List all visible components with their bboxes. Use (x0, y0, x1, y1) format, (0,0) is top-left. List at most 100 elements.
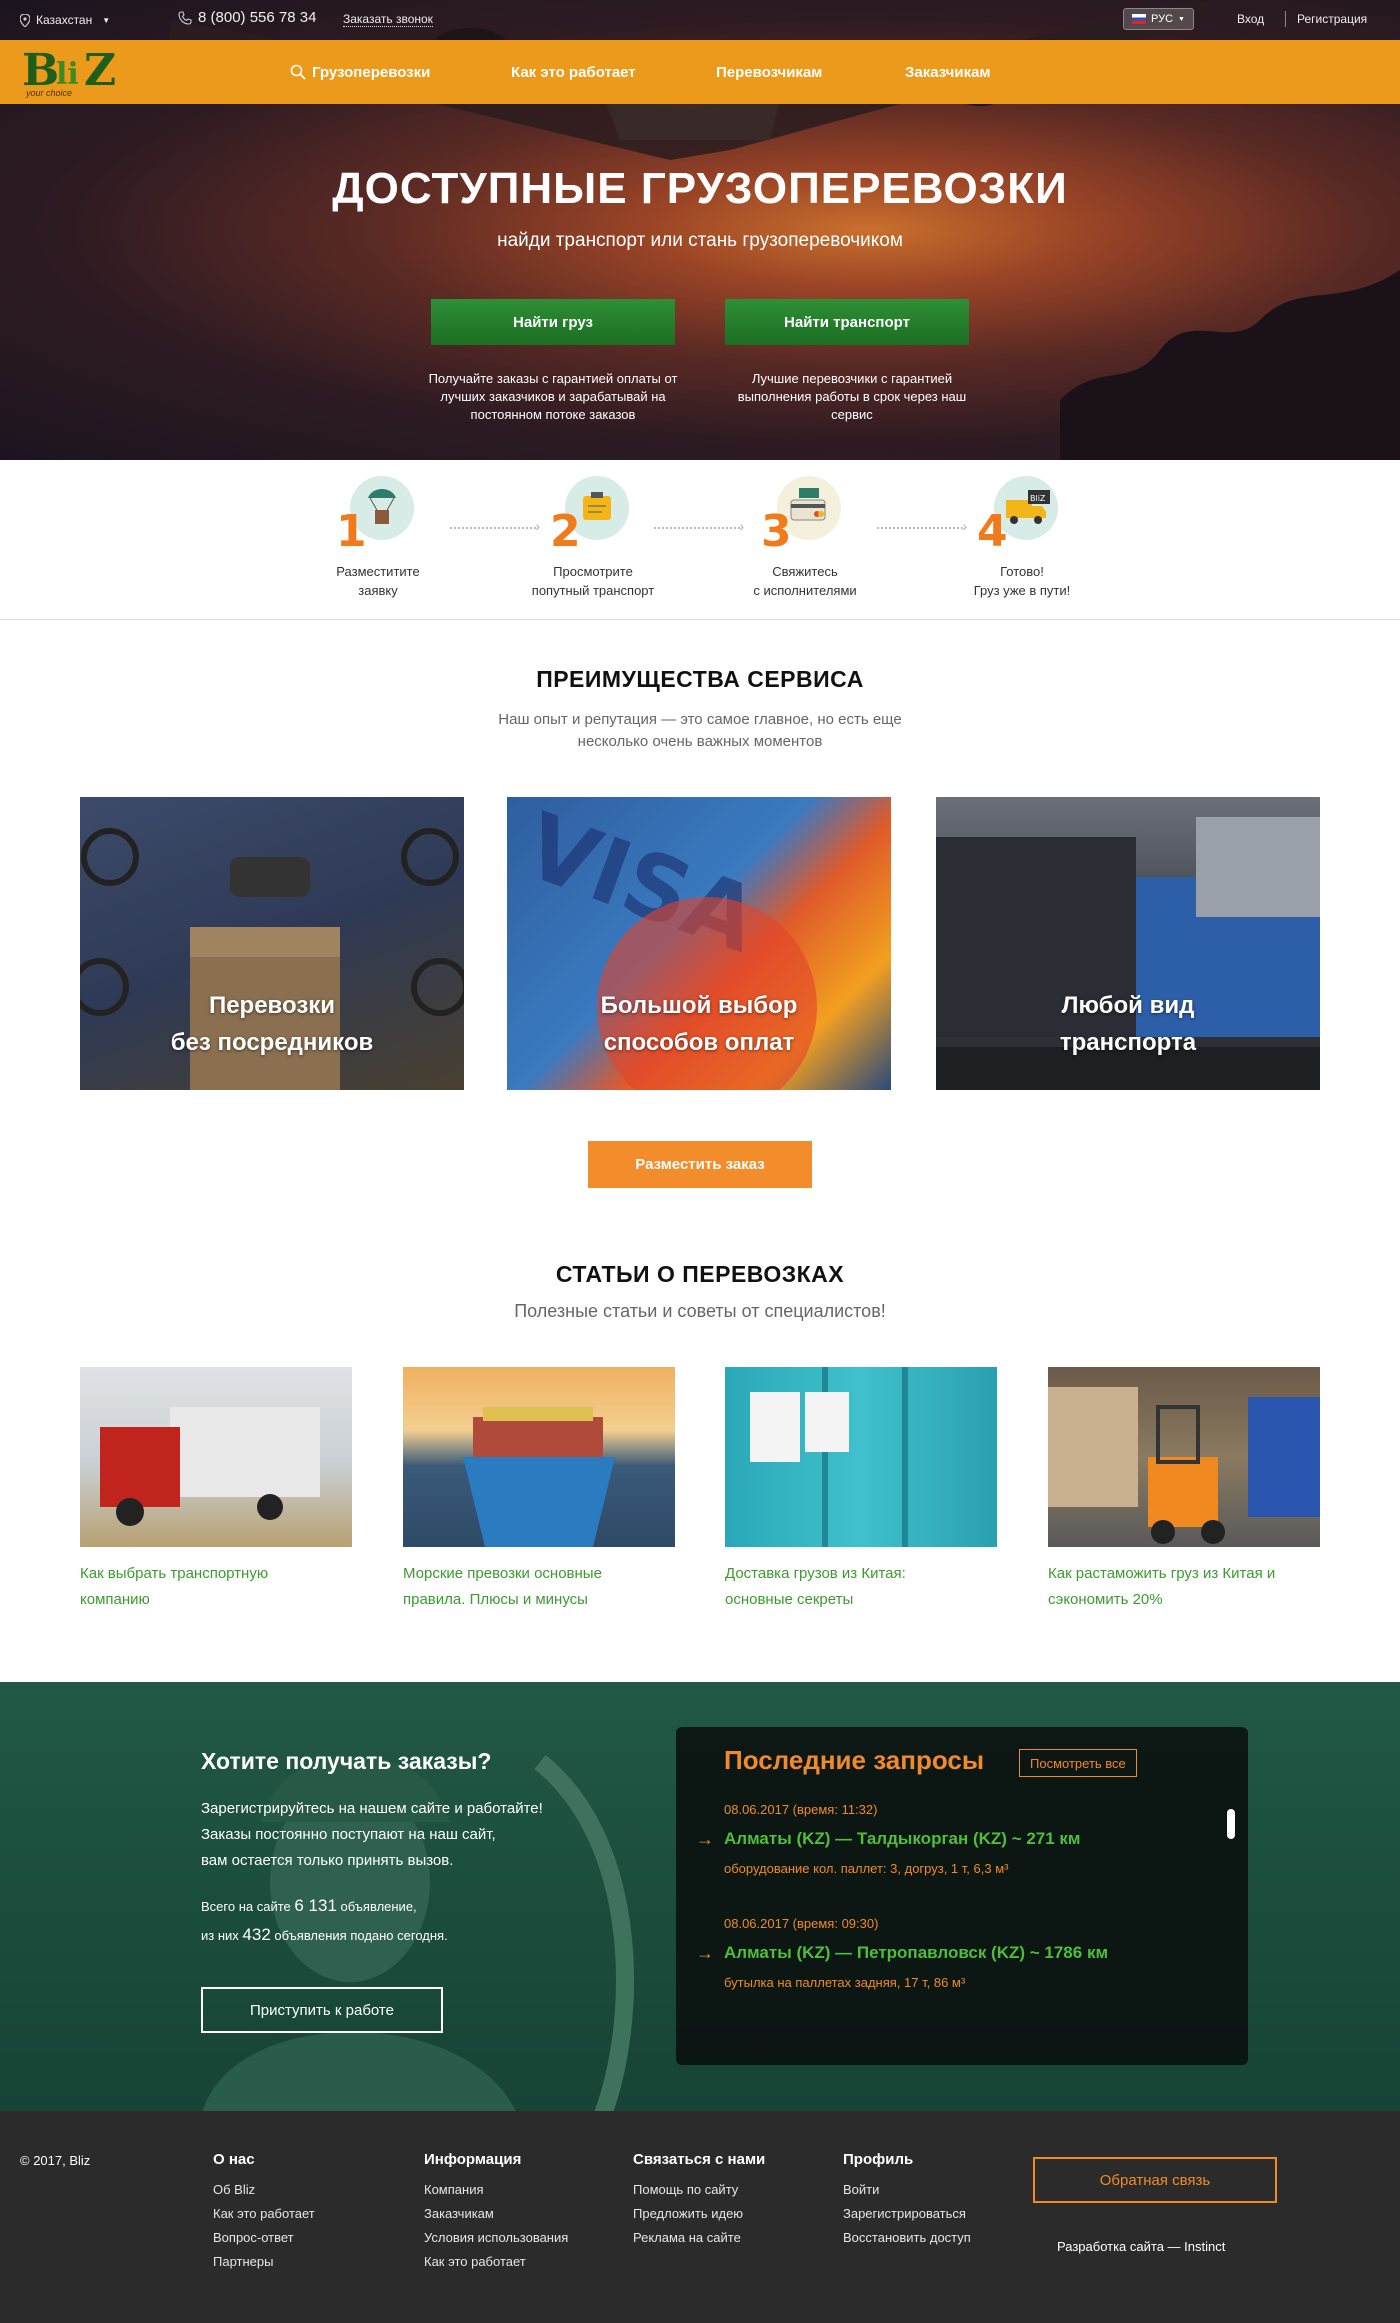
article-title[interactable]: Как выбрать транспортную компанию (80, 1561, 352, 1613)
nav-label: Как это работает (511, 63, 636, 81)
nav-item-carriers[interactable]: Перевозчикам (716, 40, 822, 104)
footer-link[interactable]: Вопрос-ответ (213, 2230, 315, 2245)
nav-item-cargo[interactable]: Грузоперевозки (290, 40, 430, 104)
caption-line2: транспорта (1059, 1029, 1197, 1056)
article-title[interactable]: Морские превозки основные правила. Плюсы … (403, 1561, 675, 1613)
forklift-image (1048, 1367, 1320, 1547)
location-label: Казахстан (36, 13, 93, 27)
footer-link[interactable]: Как это работает (424, 2254, 568, 2269)
footer-col-profile: Профиль Войти Зарегистрироваться Восстан… (843, 2151, 971, 2254)
stat-text: Всего на сайте (201, 1899, 291, 1914)
step-label-line2: заявку (358, 583, 398, 598)
scrollbar-thumb[interactable] (1227, 1809, 1235, 1839)
step-label: Свяжитесь с исполнителями (720, 562, 890, 600)
find-cargo-button[interactable]: Найти груз (431, 299, 675, 345)
find-cargo-description: Получайте заказы с гарантией оплаты от л… (428, 371, 678, 422)
hero-subtitle: найди транспорт или стань грузоперевочик… (497, 230, 903, 251)
advantage-card-payments[interactable]: VISA Большой выбор способов оплат (507, 797, 891, 1090)
container-image (725, 1367, 997, 1547)
article-card[interactable]: Морские превозки основные правила. Плюсы … (403, 1367, 675, 1613)
article-card[interactable]: Как выбрать транспортную компанию (80, 1367, 352, 1613)
footer-col-info: Информация Компания Заказчикам Условия и… (424, 2151, 568, 2278)
footer-link[interactable]: Партнеры (213, 2254, 315, 2269)
article-title-line1: Доставка грузов из Китая: (725, 1565, 906, 1582)
advantage-card-transport[interactable]: Любой вид транспорта (936, 797, 1320, 1090)
callback-link[interactable]: Заказать звонок (343, 12, 433, 27)
request-item[interactable]: 08.06.2017 (время: 09:30) → Алматы (KZ) —… (696, 1916, 1204, 1990)
cta-text: Зарегистрируйтесь на нашем сайте и работ… (201, 1796, 543, 1874)
start-work-button[interactable]: Приступить к работе (201, 1987, 443, 2033)
request-date: 08.06.2017 (время: 11:32) (724, 1802, 878, 1817)
cta-stats: Всего на сайте 6 131 объявление, из них … (201, 1892, 448, 1950)
step-connector (450, 518, 540, 534)
advantage-card-no-middlemen[interactable]: Перевозки без посредников (80, 797, 464, 1090)
step-number: 1 (336, 506, 367, 557)
step-label: Разместитите заявку (293, 562, 463, 600)
nav-label: Заказчикам (905, 63, 991, 81)
request-route[interactable]: → Алматы (KZ) — Талдыкорган (KZ) ~ 271 км (696, 1829, 1204, 1849)
language-selector[interactable]: РУС ▼ (1123, 8, 1194, 30)
cta-text-line3: вам остается только принять вызов. (201, 1852, 454, 1869)
feedback-button[interactable]: Обратная связь (1033, 2157, 1277, 2203)
footer-link[interactable]: Войти (843, 2182, 971, 2197)
arrow-right-icon: → (696, 1829, 714, 1849)
article-card[interactable]: Доставка грузов из Китая: основные секрет… (725, 1367, 997, 1613)
place-order-button[interactable]: Разместить заказ (588, 1141, 812, 1188)
chevron-down-icon: ▼ (1178, 15, 1185, 23)
view-all-button[interactable]: Посмотреть все (1019, 1749, 1137, 1777)
article-card[interactable]: Как растаможить груз из Китая и сэкономит… (1048, 1367, 1320, 1613)
article-title[interactable]: Как растаможить груз из Китая и сэкономит… (1048, 1561, 1320, 1613)
footer-link[interactable]: Как это работает (213, 2206, 315, 2221)
footer-link[interactable]: Реклама на сайте (633, 2230, 765, 2245)
find-transport-button[interactable]: Найти транспорт (725, 299, 969, 345)
footer-link[interactable]: Об Bliz (213, 2182, 315, 2197)
login-link[interactable]: Вход (1237, 12, 1264, 26)
footer-link[interactable]: Помощь по сайту (633, 2182, 765, 2197)
footer-link[interactable]: Заказчикам (424, 2206, 568, 2221)
advantage-caption: Большой выбор способов оплат (507, 987, 891, 1061)
nav-label: Перевозчикам (716, 63, 823, 81)
nav-item-customers[interactable]: Заказчикам (905, 40, 991, 104)
location-selector[interactable]: Казахстан ▼ (20, 13, 110, 27)
register-link[interactable]: Регистрация (1297, 12, 1367, 26)
phone-number[interactable]: 8 (800) 556 78 34 (198, 9, 316, 26)
article-title[interactable]: Доставка грузов из Китая: основные секрет… (725, 1561, 997, 1613)
stat-text: объявление, (340, 1899, 417, 1914)
article-title-line2: основные секреты (725, 1591, 854, 1608)
footer-link[interactable]: Восстановить доступ (843, 2230, 971, 2245)
step-label: Готово! Груз уже в пути! (937, 562, 1107, 600)
step-number: 4 (977, 506, 1008, 557)
advantages-subtitle-line1: Наш опыт и репутация — это самое главное… (498, 711, 902, 728)
footer-link[interactable]: Предложить идею (633, 2206, 765, 2221)
hero-title: ДОСТУПНЫЕ ГРУЗОПЕРЕВОЗКИ (332, 164, 1068, 213)
phone-block: 8 (800) 556 78 34 (178, 9, 316, 26)
footer-link[interactable]: Условия использования (424, 2230, 568, 2245)
bliz-logo[interactable]: B li Z your choice (22, 45, 124, 101)
how-it-works-steps: 1 Разместитите заявку 2 Просмотрите попутн… (0, 460, 1400, 620)
request-item[interactable]: 08.06.2017 (время: 11:32) → Алматы (KZ) —… (696, 1802, 1204, 1876)
request-route[interactable]: → Алматы (KZ) — Петропавловск (KZ) ~ 1786… (696, 1943, 1204, 1963)
svg-text:BliZ: BliZ (1030, 494, 1046, 503)
cta-text-line1: Зарегистрируйтесь на нашем сайте и работ… (201, 1800, 543, 1817)
articles-subtitle: Полезные статьи и советы от специалистов… (514, 1301, 886, 1321)
step-number: 3 (761, 506, 792, 557)
request-date: 08.06.2017 (время: 09:30) (724, 1916, 879, 1931)
footer-col-contact: Связаться с нами Помощь по сайту Предлож… (633, 2151, 765, 2254)
footer-link[interactable]: Компания (424, 2182, 568, 2197)
main-navbar: B li Z your choice Грузоперевозки Как эт… (0, 40, 1400, 104)
stat-text: из них (201, 1928, 239, 1943)
advantages-title: ПРЕИМУЩЕСТВА СЕРВИСА (536, 666, 864, 692)
article-title-line2: правила. Плюсы и минусы (403, 1591, 588, 1608)
footer-col-heading: Связаться с нами (633, 2151, 766, 2168)
step-label-line1: Готово! (1000, 564, 1044, 579)
developer-credit[interactable]: Разработка сайта — Instinct (1057, 2239, 1225, 2254)
footer-link[interactable]: Зарегистрироваться (843, 2206, 971, 2221)
footer-col-heading: Информация (424, 2151, 522, 2168)
nav-item-how-it-works[interactable]: Как это работает (511, 40, 636, 104)
articles-title: СТАТЬИ О ПЕРЕВОЗКАХ (555, 1261, 845, 1287)
top-bar: Казахстан ▼ 8 (800) 556 78 34 Заказать з… (0, 0, 1400, 40)
step-label-line2: с исполнителями (753, 583, 857, 598)
step-label: Просмотрите попутный транспорт (508, 562, 678, 600)
logo-letter-z: Z (84, 45, 117, 96)
footer-col-heading: Профиль (843, 2151, 914, 2168)
